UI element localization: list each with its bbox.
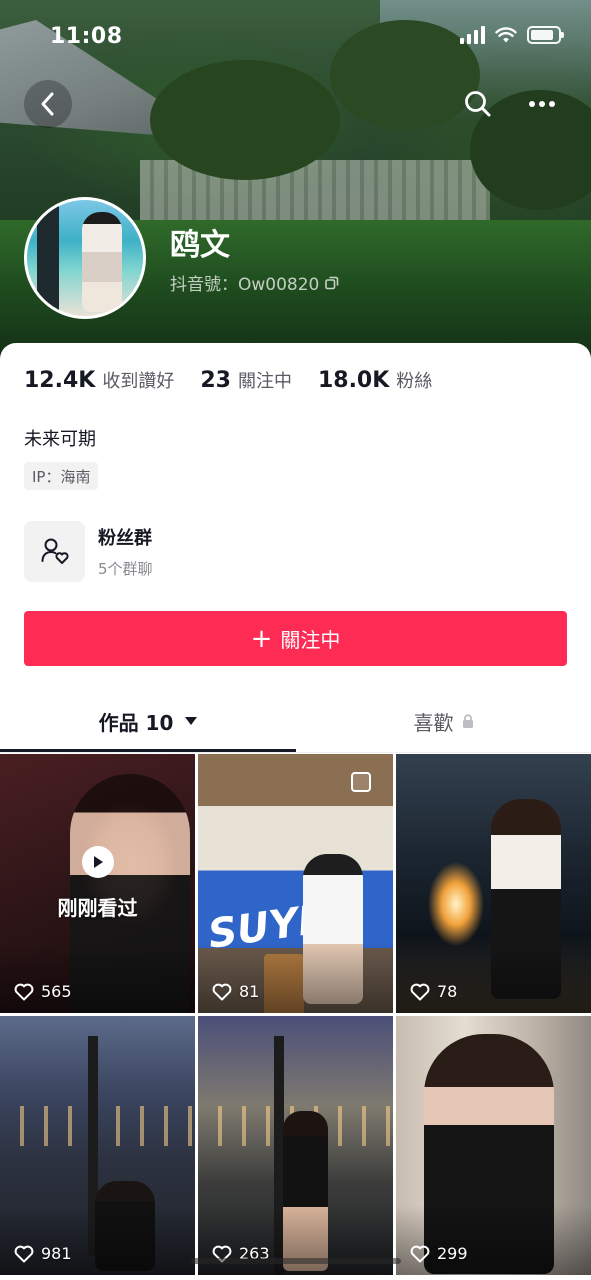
status-bar: 11:08 xyxy=(0,0,591,76)
douyin-id[interactable]: 抖音號：Ow00820 xyxy=(170,270,339,295)
heart-icon xyxy=(410,1245,430,1262)
like-count: 981 xyxy=(14,1244,72,1263)
avatar-pillar xyxy=(37,200,59,316)
fans-group-icon xyxy=(41,538,69,564)
video-tile[interactable]: 981 xyxy=(0,1016,195,1275)
fans-group-subtitle: 5个群聊 xyxy=(98,559,153,578)
video-tile[interactable]: SUYF 81 xyxy=(198,754,393,1013)
like-count-value: 565 xyxy=(41,982,72,1001)
like-count: 81 xyxy=(212,982,259,1001)
fans-group-icon-box xyxy=(24,520,85,582)
heart-icon xyxy=(212,983,232,1000)
recently-watched-overlay: 刚刚看过 xyxy=(0,846,195,921)
bio-text: 未来可期 xyxy=(24,429,96,450)
tab-works[interactable]: 作品 10 xyxy=(0,691,296,751)
stats-row: 12.4K 收到讚好 23 關注中 18.0K 粉絲 xyxy=(24,367,432,393)
back-icon xyxy=(41,92,54,116)
cover-tree xyxy=(150,60,340,180)
recently-watched-label: 刚刚看过 xyxy=(57,896,138,920)
like-count-value: 299 xyxy=(437,1244,468,1263)
status-time: 11:08 xyxy=(50,24,123,49)
follow-button[interactable]: + 關注中 xyxy=(24,611,567,666)
heart-icon xyxy=(14,1245,34,1262)
video-tile[interactable]: 263 xyxy=(198,1016,393,1275)
heart-icon xyxy=(410,983,430,1000)
fans-group-title: 粉丝群 xyxy=(98,527,152,549)
status-icons xyxy=(460,26,564,44)
tile-shade xyxy=(396,943,591,1013)
stat-followers[interactable]: 18.0K 粉絲 xyxy=(318,367,432,393)
search-icon xyxy=(465,91,491,117)
caret-down-icon xyxy=(185,717,198,725)
stat-following[interactable]: 23 關注中 xyxy=(200,367,292,393)
avatar-figure xyxy=(82,212,122,312)
like-count: 78 xyxy=(410,982,457,1001)
like-count-value: 78 xyxy=(437,982,458,1001)
avatar[interactable] xyxy=(24,197,146,319)
tile-shade xyxy=(198,943,393,1013)
search-button[interactable] xyxy=(458,84,498,124)
play-icon xyxy=(81,846,114,878)
like-count: 565 xyxy=(14,982,72,1001)
like-count: 299 xyxy=(410,1244,468,1263)
stat-value: 12.4K xyxy=(24,368,96,393)
video-tile[interactable]: 刚刚看过 565 xyxy=(0,754,195,1013)
video-tile[interactable]: 299 xyxy=(396,1016,591,1275)
like-count-value: 981 xyxy=(41,1244,72,1263)
more-icon xyxy=(529,101,555,107)
fans-group-text: 粉丝群 5个群聊 xyxy=(98,524,153,579)
stat-likes[interactable]: 12.4K 收到讚好 xyxy=(24,367,174,393)
plus-icon: + xyxy=(250,623,273,654)
tab-works-label: 作品 10 xyxy=(98,710,174,735)
fans-group-entry[interactable]: 粉丝群 5个群聊 xyxy=(24,520,424,582)
stat-value: 23 xyxy=(200,368,231,393)
follow-button-label: 關注中 xyxy=(280,628,341,652)
tile-shade xyxy=(198,1205,393,1275)
video-grid: 刚刚看过 565 SUYF 81 78 981 263 299 xyxy=(0,754,591,1280)
copy-icon[interactable] xyxy=(325,276,339,290)
home-indicator[interactable] xyxy=(191,1258,401,1264)
back-button[interactable] xyxy=(24,80,72,128)
heart-icon xyxy=(14,983,34,1000)
tab-likes[interactable]: 喜歡 xyxy=(296,691,591,751)
tab-likes-label: 喜歡 xyxy=(413,710,454,735)
more-button[interactable] xyxy=(522,84,562,124)
tile-shade xyxy=(0,1205,195,1275)
stat-label: 收到讚好 xyxy=(102,371,175,392)
stat-value: 18.0K xyxy=(317,368,390,393)
stat-label: 關注中 xyxy=(237,371,292,392)
stat-label: 粉絲 xyxy=(396,371,433,392)
signal-icon xyxy=(460,26,485,44)
tile-shade xyxy=(396,1205,591,1275)
wifi-icon xyxy=(495,27,517,43)
nickname: 鸥文 xyxy=(170,228,230,263)
douyin-id-text: 抖音號：Ow00820 xyxy=(170,275,320,295)
select-checkbox[interactable] xyxy=(351,772,371,792)
battery-icon xyxy=(527,26,564,44)
tile-shade xyxy=(0,943,195,1013)
content-tabs: 作品 10 喜歡 xyxy=(0,691,591,753)
tab-divider xyxy=(0,752,591,753)
video-tile[interactable]: 78 xyxy=(396,754,591,1013)
lock-icon xyxy=(462,713,473,728)
ip-location-tag: IP：海南 xyxy=(24,462,99,490)
like-count-value: 81 xyxy=(239,982,260,1001)
